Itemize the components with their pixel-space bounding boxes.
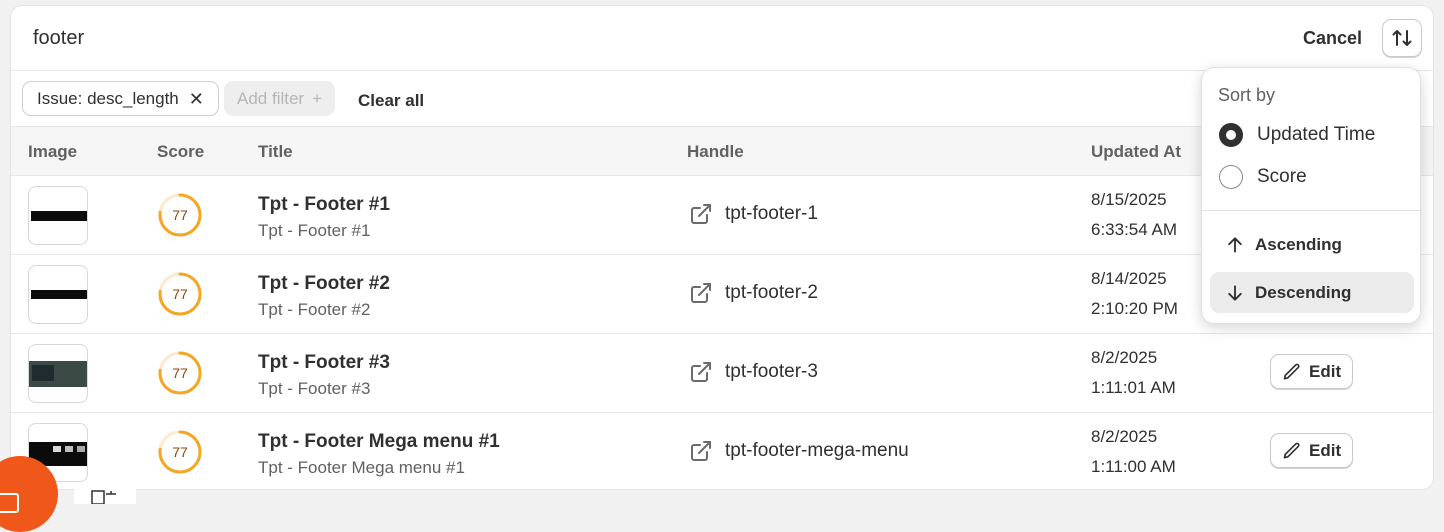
score-value: 77	[172, 286, 188, 302]
edit-button[interactable]: Edit	[1270, 433, 1354, 468]
row-title[interactable]: Tpt - Footer #3	[258, 352, 390, 374]
sort-popover: Sort by Updated Time Score Ascending Des…	[1201, 67, 1421, 324]
external-link-icon	[691, 362, 711, 382]
updated-date: 8/2/2025	[1091, 348, 1158, 367]
edit-label: Edit	[1309, 440, 1342, 460]
updated-date: 8/15/2025	[1091, 190, 1167, 209]
translate-icon[interactable]	[74, 488, 136, 504]
row-subtitle: Tpt - Footer #2	[258, 300, 371, 319]
handle-text: tpt-footer-2	[725, 282, 818, 303]
updated-time: 1:11:01 AM	[1091, 378, 1176, 397]
radio-unchecked-icon[interactable]	[1219, 165, 1243, 189]
handle-link[interactable]: tpt-footer-mega-menu	[689, 439, 909, 463]
sort-option-score[interactable]: Score	[1219, 165, 1307, 189]
handle-text: tpt-footer-mega-menu	[725, 440, 909, 461]
thumbnail-image	[28, 186, 88, 245]
close-icon[interactable]: ✕	[189, 90, 204, 108]
divider	[1202, 210, 1420, 211]
sort-option-label: Updated Time	[1257, 124, 1376, 145]
sort-option-label: Score	[1257, 166, 1307, 187]
handle-text: tpt-footer-1	[725, 203, 818, 224]
clear-all-link[interactable]: Clear all	[358, 91, 424, 111]
radio-checked-icon[interactable]	[1219, 123, 1243, 147]
sort-button[interactable]	[1382, 19, 1422, 57]
updated-date: 8/14/2025	[1091, 269, 1167, 288]
sort-direction-label: Ascending	[1255, 234, 1342, 254]
updated-date: 8/2/2025	[1091, 427, 1158, 446]
header-handle: Handle	[687, 142, 744, 161]
sort-descending[interactable]: Descending	[1210, 272, 1414, 313]
score-value: 77	[172, 207, 188, 223]
header-title: Title	[258, 142, 293, 161]
row-title[interactable]: Tpt - Footer #2	[258, 273, 390, 295]
updated-time: 2:10:20 PM	[1091, 299, 1178, 318]
external-link-icon	[691, 283, 711, 303]
filter-chip-label: Issue: desc_length	[37, 88, 179, 108]
header-score: Score	[157, 142, 205, 161]
handle-link[interactable]: tpt-footer-2	[689, 281, 818, 305]
sort-option-updated-time[interactable]: Updated Time	[1219, 123, 1375, 147]
sort-direction-label: Descending	[1255, 282, 1352, 302]
row-title[interactable]: Tpt - Footer Mega menu #1	[258, 431, 500, 453]
header-image: Image	[28, 142, 78, 161]
row-title[interactable]: Tpt - Footer #1	[258, 194, 390, 216]
arrow-up-icon	[1228, 236, 1242, 253]
score-value: 77	[172, 365, 188, 381]
external-link-icon	[691, 441, 711, 461]
search-bar: Cancel	[11, 6, 1433, 71]
thumbnail-image	[28, 265, 88, 324]
score-ring: 77	[157, 192, 203, 238]
search-input[interactable]	[33, 24, 933, 52]
edit-label: Edit	[1309, 361, 1342, 381]
cancel-button[interactable]: Cancel	[1293, 22, 1372, 54]
external-link-icon	[691, 204, 711, 224]
table-row[interactable]: 77 Tpt - Footer #3 Tpt - Footer #3 tpt-f…	[11, 334, 1433, 413]
score-value: 77	[172, 444, 188, 460]
pencil-icon	[1283, 442, 1300, 458]
handle-link[interactable]: tpt-footer-3	[689, 360, 818, 384]
handle-link[interactable]: tpt-footer-1	[689, 202, 818, 226]
plus-icon: +	[312, 88, 323, 108]
row-subtitle: Tpt - Footer #3	[258, 379, 371, 398]
score-ring: 77	[157, 350, 203, 396]
sort-ascending[interactable]: Ascending	[1210, 224, 1414, 265]
chat-icon	[0, 493, 19, 513]
thumbnail-image	[28, 344, 88, 403]
handle-text: tpt-footer-3	[725, 361, 818, 382]
table-row[interactable]: 77 Tpt - Footer Mega menu #1 Tpt - Foote…	[11, 413, 1433, 489]
edit-button[interactable]: Edit	[1270, 354, 1354, 389]
updated-time: 1:11:00 AM	[1091, 457, 1176, 476]
add-filter-label: Add filter	[237, 88, 305, 108]
row-subtitle: Tpt - Footer #1	[258, 221, 371, 240]
row-subtitle: Tpt - Footer Mega menu #1	[258, 458, 465, 477]
arrow-down-icon	[1228, 284, 1242, 301]
sort-arrows-icon	[1392, 30, 1412, 46]
updated-time: 6:33:54 AM	[1091, 220, 1178, 239]
score-ring: 77	[157, 271, 203, 317]
header-updated-at: Updated At	[1091, 142, 1182, 161]
score-ring: 77	[157, 429, 203, 475]
filter-chip-issue[interactable]: Issue: desc_length ✕	[22, 81, 219, 116]
pencil-icon	[1283, 363, 1300, 379]
sort-by-title: Sort by	[1218, 85, 1276, 105]
add-filter-button[interactable]: Add filter +	[224, 81, 336, 116]
